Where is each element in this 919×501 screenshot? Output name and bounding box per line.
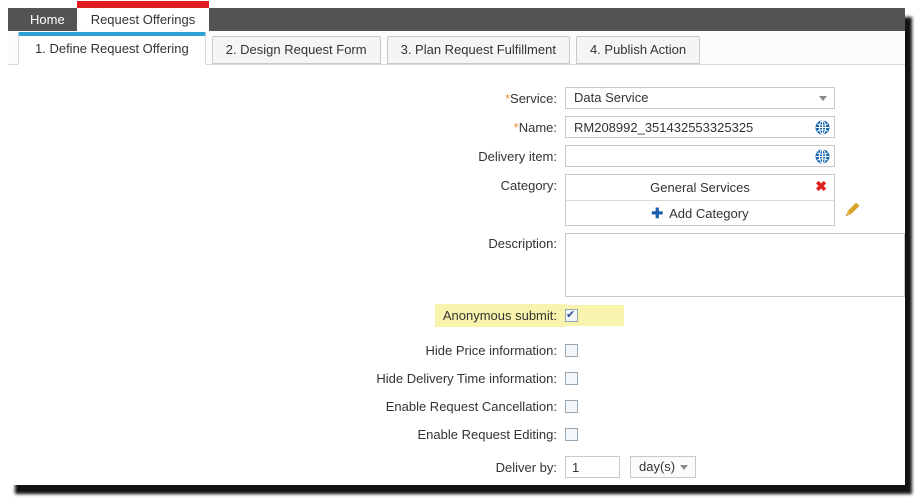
nav-tab-request-offerings[interactable]: Request Offerings bbox=[77, 1, 210, 31]
highlight bbox=[565, 305, 624, 326]
page: Home Request Offerings 1. Define Request… bbox=[0, 0, 919, 501]
deliver-by-row: Deliver by: day(s) bbox=[8, 456, 905, 478]
category-item-label: General Services bbox=[650, 180, 750, 195]
delivery-item-field[interactable] bbox=[565, 145, 835, 167]
delivery-item-label: Delivery item: bbox=[8, 149, 565, 164]
category-box: General Services ✖ ✚ Add Category bbox=[565, 174, 835, 226]
nav-tab-home[interactable]: Home bbox=[18, 8, 77, 31]
description-row: Description: bbox=[8, 233, 905, 297]
globe-icon[interactable] bbox=[815, 149, 830, 169]
highlight: Anonymous submit: bbox=[435, 304, 565, 327]
anonymous-submit-row: Anonymous submit: bbox=[8, 304, 905, 327]
hide-price-label: Hide Price information: bbox=[8, 343, 565, 358]
hide-delivery-time-label: Hide Delivery Time information: bbox=[8, 371, 565, 386]
tab-publish-action[interactable]: 4. Publish Action bbox=[576, 36, 700, 64]
enable-cancellation-row: Enable Request Cancellation: bbox=[8, 392, 905, 420]
add-category-label: Add Category bbox=[669, 206, 749, 221]
hide-price-checkbox[interactable] bbox=[565, 344, 578, 357]
name-row: *Name: bbox=[8, 116, 905, 138]
anonymous-submit-label: Anonymous submit: bbox=[8, 304, 565, 327]
enable-editing-label: Enable Request Editing: bbox=[8, 427, 565, 442]
delivery-item-row: Delivery item: bbox=[8, 145, 905, 167]
category-label: Category: bbox=[8, 174, 565, 193]
enable-cancellation-checkbox[interactable] bbox=[565, 400, 578, 413]
plus-icon: ✚ bbox=[651, 205, 663, 222]
anonymous-submit-checkbox[interactable] bbox=[565, 309, 578, 322]
deliver-by-label: Deliver by: bbox=[8, 460, 565, 475]
chevron-down-icon bbox=[680, 465, 688, 470]
deliver-by-unit-value: day(s) bbox=[639, 459, 675, 474]
wizard-steps: 1. Define Request Offering 2. Design Req… bbox=[8, 31, 905, 65]
app-window: Home Request Offerings 1. Define Request… bbox=[8, 8, 905, 485]
deliver-by-value-field[interactable] bbox=[565, 456, 620, 478]
description-label: Description: bbox=[8, 233, 565, 251]
enable-editing-checkbox[interactable] bbox=[565, 428, 578, 441]
globe-icon[interactable] bbox=[815, 120, 830, 140]
category-item: General Services ✖ bbox=[566, 175, 834, 200]
description-field[interactable] bbox=[565, 233, 905, 297]
category-row: Category: General Services ✖ ✚ Add Categ… bbox=[8, 174, 905, 226]
remove-category-icon[interactable]: ✖ bbox=[815, 179, 827, 193]
tab-plan-request-fulfillment[interactable]: 3. Plan Request Fulfillment bbox=[387, 36, 570, 64]
chevron-down-icon bbox=[819, 96, 827, 101]
service-select[interactable]: Data Service bbox=[565, 87, 835, 109]
deliver-by-unit-select[interactable]: day(s) bbox=[630, 456, 696, 478]
service-selected-value: Data Service bbox=[574, 90, 648, 105]
tab-define-request-offering[interactable]: 1. Define Request Offering bbox=[18, 32, 206, 65]
name-label: *Name: bbox=[8, 120, 565, 135]
hide-delivery-time-checkbox[interactable] bbox=[565, 372, 578, 385]
enable-cancellation-label: Enable Request Cancellation: bbox=[8, 399, 565, 414]
edit-pencil-icon[interactable] bbox=[842, 201, 861, 225]
define-request-offering-form: *Service: Data Service *Name: bbox=[8, 65, 905, 478]
top-nav: Home Request Offerings bbox=[8, 8, 905, 31]
hide-price-row: Hide Price information: bbox=[8, 336, 905, 364]
tab-design-request-form[interactable]: 2. Design Request Form bbox=[212, 36, 381, 64]
add-category-button[interactable]: ✚ Add Category bbox=[566, 200, 834, 225]
name-field[interactable] bbox=[565, 116, 835, 138]
enable-editing-row: Enable Request Editing: bbox=[8, 420, 905, 448]
service-label: *Service: bbox=[8, 91, 565, 106]
hide-delivery-time-row: Hide Delivery Time information: bbox=[8, 364, 905, 392]
service-row: *Service: Data Service bbox=[8, 87, 905, 109]
